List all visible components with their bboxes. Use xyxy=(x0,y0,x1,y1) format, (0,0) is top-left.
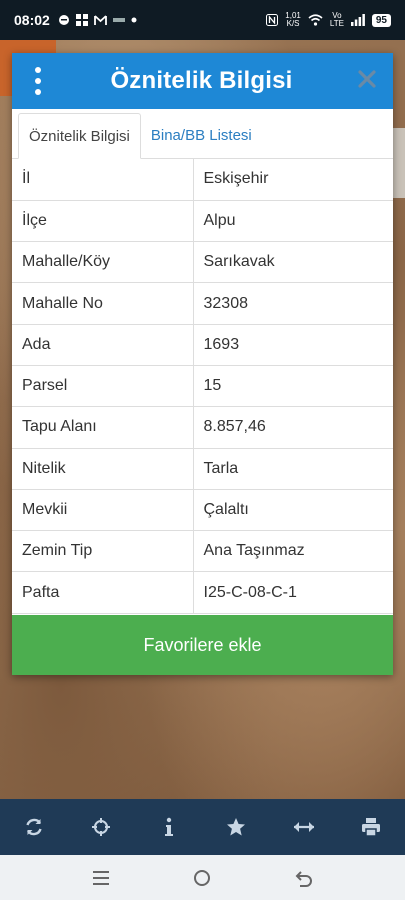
gmail-icon xyxy=(93,14,107,25)
map-side-strip xyxy=(393,128,405,198)
row-key: Zemin Tip xyxy=(12,530,194,573)
network-speed: 1,01 K/S xyxy=(285,12,301,28)
row-value: 1693 xyxy=(193,324,393,366)
locate-icon[interactable] xyxy=(81,807,121,847)
measure-icon[interactable] xyxy=(284,807,324,847)
tab-building-list[interactable]: Bina/BB Listesi xyxy=(141,112,262,158)
table-row: Parsel 15 xyxy=(12,365,393,408)
row-value: 32308 xyxy=(193,282,393,325)
apps-icon xyxy=(75,14,88,26)
table-row: İl Eskişehir xyxy=(12,159,393,201)
back-icon[interactable] xyxy=(284,858,324,898)
table-row: Mevkii Çalaltı xyxy=(12,489,393,532)
row-key: Mahalle/Köy xyxy=(12,241,194,284)
message-icon xyxy=(58,15,69,25)
attribute-dialog: Öznitelik Bilgisi Öznitelik Bilgisi Bina… xyxy=(12,53,393,675)
row-key: İl xyxy=(12,159,194,201)
row-key: Parsel xyxy=(12,365,194,408)
attribute-table: İl Eskişehir İlçe Alpu Mahalle/Köy Sarıkava… xyxy=(12,159,393,614)
table-row: Zemin Tip Ana Taşınmaz xyxy=(12,530,393,573)
close-icon[interactable] xyxy=(353,65,381,93)
system-navigation-bar xyxy=(0,855,405,900)
tab-attribute-info[interactable]: Öznitelik Bilgisi xyxy=(18,113,141,159)
notification-icons xyxy=(58,14,137,26)
add-favorite-button[interactable]: Favorilere ekle xyxy=(12,615,393,675)
bottom-toolbar xyxy=(0,799,405,855)
menu-icon[interactable] xyxy=(30,67,46,95)
volte-indicator: Vo LTE xyxy=(329,11,344,28)
table-row: Pafta I25-C-08-C-1 xyxy=(12,571,393,614)
row-value: 8.857,46 xyxy=(193,406,393,449)
sim-icon xyxy=(112,18,125,22)
info-icon[interactable] xyxy=(149,807,189,847)
status-time: 08:02 xyxy=(14,12,50,28)
row-value: Tarla xyxy=(193,448,393,490)
nfc-icon xyxy=(266,14,279,26)
row-value: 15 xyxy=(193,365,393,408)
row-key: Pafta xyxy=(12,571,194,614)
table-row: Ada 1693 xyxy=(12,324,393,366)
row-key: Tapu Alanı xyxy=(12,406,194,449)
dot-icon xyxy=(131,17,137,23)
status-right: 1,01 K/S Vo LTE 95 xyxy=(266,12,391,28)
network-speed-unit: K/S xyxy=(286,19,300,28)
row-key: Nitelik xyxy=(12,448,194,490)
recent-apps-icon[interactable] xyxy=(81,858,121,898)
table-row: Tapu Alanı 8.857,46 xyxy=(12,406,393,449)
refresh-icon[interactable] xyxy=(14,807,54,847)
row-value: Alpu xyxy=(193,200,393,243)
tab-bar: Öznitelik Bilgisi Bina/BB Listesi xyxy=(12,109,393,159)
row-value: Sarıkavak xyxy=(193,241,393,284)
wifi-icon xyxy=(308,14,323,26)
table-row: Mahalle No 32308 xyxy=(12,282,393,325)
row-key: Mevkii xyxy=(12,489,194,532)
row-value: Eskişehir xyxy=(193,159,393,201)
dialog-header: Öznitelik Bilgisi xyxy=(12,53,393,109)
home-icon[interactable] xyxy=(182,858,222,898)
battery-indicator: 95 xyxy=(371,13,391,27)
table-row: Mahalle/Köy Sarıkavak xyxy=(12,241,393,284)
table-row: İlçe Alpu xyxy=(12,200,393,243)
print-icon[interactable] xyxy=(351,807,391,847)
signal-icon xyxy=(350,14,365,26)
status-bar: 08:02 1,01 K/S Vo LTE 95 xyxy=(0,0,405,40)
row-key: Ada xyxy=(12,324,194,366)
row-value: Ana Taşınmaz xyxy=(193,530,393,573)
table-row: Nitelik Tarla xyxy=(12,448,393,490)
row-value: I25-C-08-C-1 xyxy=(193,571,393,614)
row-key: Mahalle No xyxy=(12,282,194,325)
star-icon[interactable] xyxy=(216,807,256,847)
row-key: İlçe xyxy=(12,200,194,243)
dialog-title: Öznitelik Bilgisi xyxy=(110,67,293,94)
row-value: Çalaltı xyxy=(193,489,393,532)
